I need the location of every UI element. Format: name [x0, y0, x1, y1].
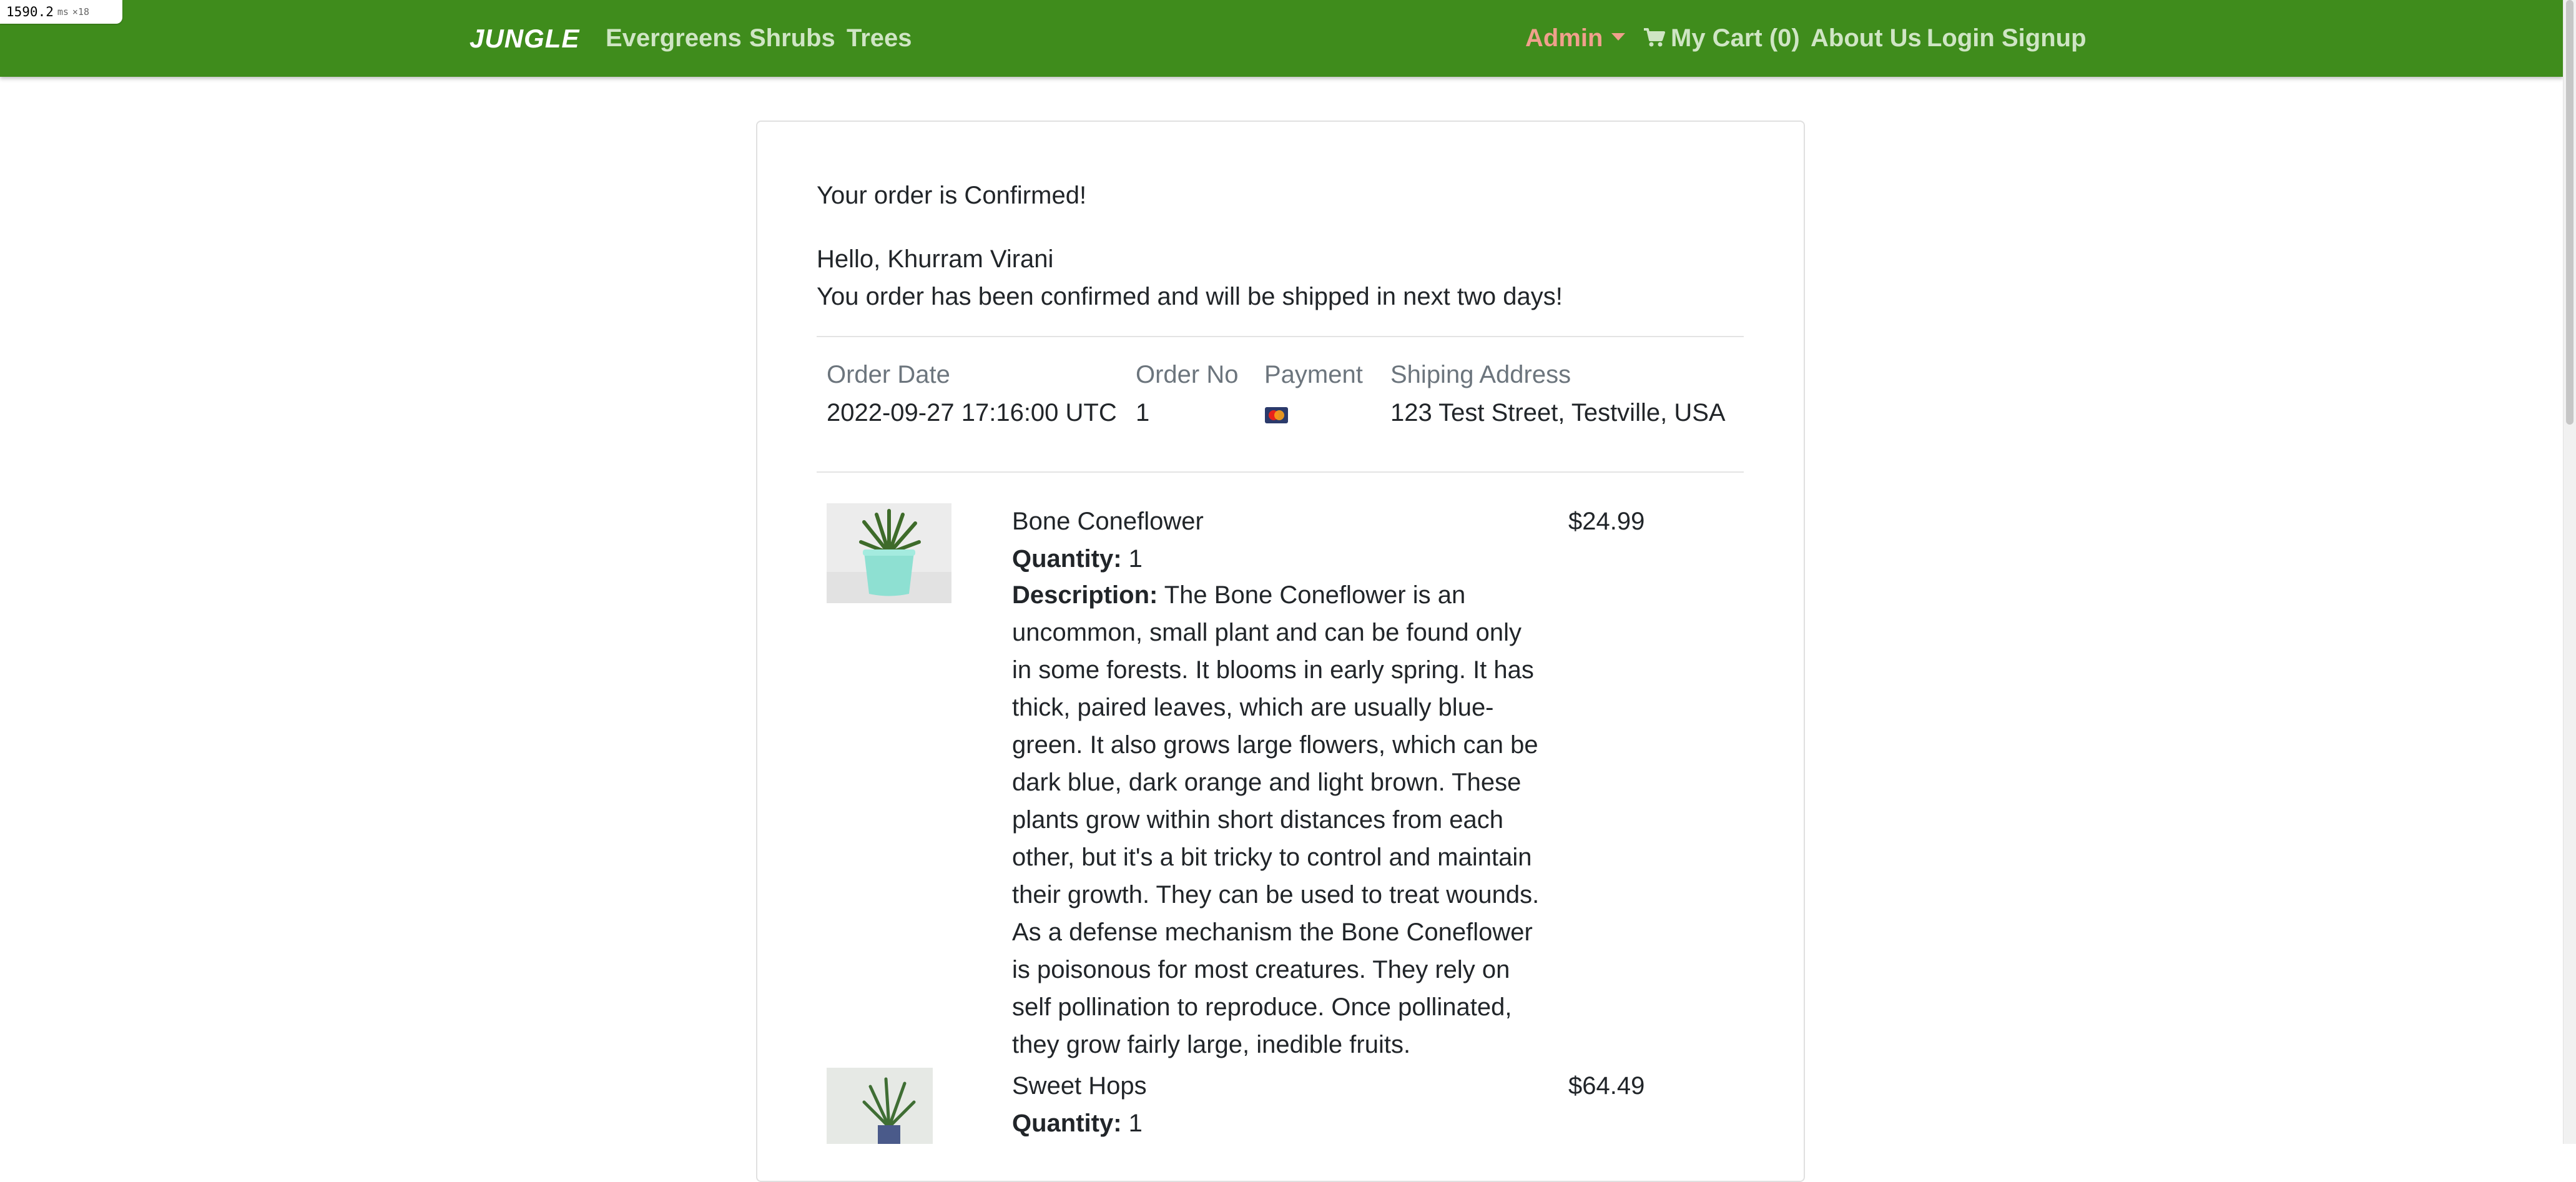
order-heading: Your order is Confirmed! — [817, 182, 1087, 209]
product-image[interactable] — [827, 1068, 933, 1144]
admin-dropdown[interactable]: Admin — [1525, 0, 1626, 77]
mastercard-icon — [1265, 407, 1288, 423]
divider — [817, 471, 1744, 473]
nav-shrubs[interactable]: Shrubs — [749, 0, 835, 77]
perf-unit: ms — [57, 6, 69, 17]
description-label: Description: — [1012, 581, 1158, 609]
cart-icon — [1644, 28, 1665, 47]
plant-icon — [827, 1068, 933, 1144]
item-quantity: Quantity: 1 — [1012, 540, 1143, 578]
quantity-label: Quantity: — [1012, 545, 1122, 573]
cart-label: My Cart (0) — [1671, 24, 1800, 52]
nav-login[interactable]: Login — [1927, 0, 1995, 77]
shipping-address-value: 123 Test Street, Testville, USA — [1390, 399, 1726, 426]
navbar: JUNGLE Evergreens Shrubs Trees Admin My … — [0, 0, 2563, 77]
payment-label: Payment — [1264, 361, 1363, 388]
nav-cart[interactable]: My Cart (0) — [1643, 0, 1800, 77]
order-greeting: Hello, Khurram Virani — [817, 245, 1054, 273]
description-text: The Bone Coneflower is an uncommon, smal… — [1012, 581, 1540, 1058]
chevron-down-icon — [1611, 33, 1626, 41]
item-description: Description: The Bone Coneflower is an u… — [1012, 576, 1546, 1063]
item-name: Sweet Hops — [1012, 1072, 1147, 1100]
admin-label: Admin — [1525, 24, 1603, 52]
order-date-label: Order Date — [827, 361, 950, 388]
item-name: Bone Coneflower — [1012, 508, 1204, 535]
shipping-address-label: Shiping Address — [1390, 361, 1571, 388]
nav-evergreens[interactable]: Evergreens — [606, 0, 742, 77]
product-image[interactable] — [827, 503, 951, 603]
scrollbar-thumb[interactable] — [2566, 0, 2574, 425]
order-no-label: Order No — [1136, 361, 1239, 388]
quantity-label: Quantity: — [1012, 1110, 1122, 1137]
nav-signup[interactable]: Signup — [2002, 0, 2087, 77]
perf-badge: 1590.2 ms ×18 — [0, 0, 122, 24]
order-no-value: 1 — [1136, 399, 1150, 426]
perf-mult: ×18 — [72, 6, 90, 17]
order-date-value: 2022-09-27 17:16:00 UTC — [827, 399, 1117, 426]
divider — [817, 336, 1744, 337]
nav-about[interactable]: About Us — [1811, 0, 1922, 77]
quantity-value: 1 — [1128, 545, 1143, 573]
plant-icon — [827, 503, 951, 603]
order-message: You order has been confirmed and will be… — [817, 283, 1563, 310]
nav-trees[interactable]: Trees — [847, 0, 912, 77]
quantity-value: 1 — [1128, 1110, 1143, 1137]
item-quantity: Quantity: 1 — [1012, 1105, 1143, 1142]
item-price: $64.49 — [1568, 1072, 1645, 1100]
item-price: $24.99 — [1568, 508, 1645, 535]
perf-value: 1590.2 — [6, 4, 54, 19]
brand-logo[interactable]: JUNGLE — [469, 0, 579, 77]
